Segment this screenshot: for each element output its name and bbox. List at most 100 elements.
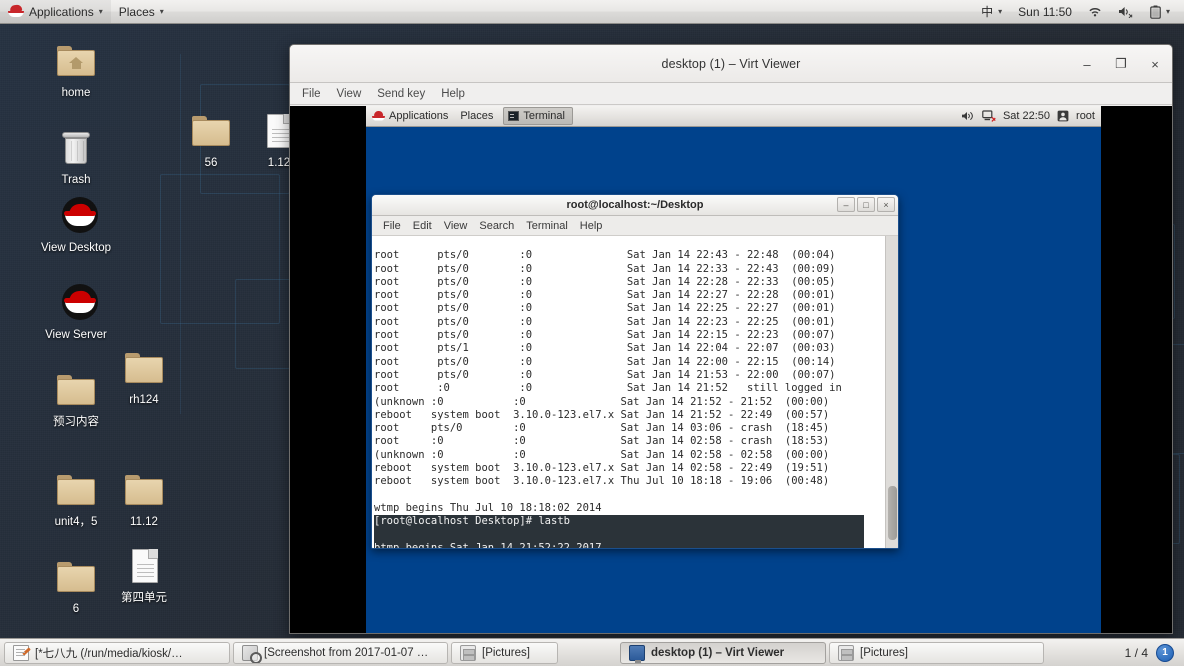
folder-icon	[120, 469, 168, 513]
pictures-icon	[838, 644, 854, 661]
vm-clock[interactable]: Sat 22:50	[1003, 110, 1050, 122]
virt-viewer-titlebar[interactable]: desktop (1) – Virt Viewer – ❐ ×	[290, 45, 1172, 83]
desktop-icon-label: 6	[72, 603, 80, 615]
virt-viewer-guest-display[interactable]: Applications Places Terminal Sat 22:50 r…	[290, 106, 1172, 633]
desktop-icon-view-server[interactable]: View Server	[33, 282, 119, 342]
volume-icon	[961, 112, 973, 120]
desktop-icon-view-desktop[interactable]: View Desktop	[33, 195, 119, 255]
desktop-icon-label: unit4，5	[54, 516, 98, 528]
desktop-icon-label: 第四单元	[121, 592, 167, 604]
terminal-output-last: root pts/0 :0 Sat Jan 14 22:43 - 22:48 (…	[374, 249, 842, 514]
vm-places-menu[interactable]: Places	[454, 106, 499, 126]
screenshot-icon	[242, 644, 262, 663]
terminal-menu-file[interactable]: File	[377, 218, 407, 234]
close-button[interactable]: ×	[1146, 57, 1164, 72]
desktop-icon-label: home	[61, 87, 91, 99]
minimize-button[interactable]: –	[1078, 57, 1096, 72]
terminal-menu-terminal[interactable]: Terminal	[520, 218, 574, 234]
desktop-icon-label: 11.12	[130, 516, 158, 528]
taskbar-item-pictures-1[interactable]: [Pictures]	[451, 641, 558, 664]
places-menu[interactable]: Places ▾	[111, 0, 172, 23]
vm-top-panel: Applications Places Terminal Sat 22:50 r…	[366, 106, 1101, 127]
terminal-command-line: [root@localhost Desktop]# lastb	[374, 515, 864, 529]
terminal-body[interactable]: root pts/0 :0 Sat Jan 14 22:43 - 22:48 (…	[372, 236, 898, 548]
taskbar-item-label: desktop (1) – Virt Viewer	[651, 646, 785, 659]
taskbar-item-label: [Pictures]	[482, 646, 530, 659]
chevron-down-icon: ▾	[98, 7, 103, 16]
folder-icon	[52, 369, 100, 413]
terminal-btmp-line: btmp begins Sat Jan 14 21:52:22 2017	[374, 541, 864, 548]
virt-viewer-menubar: File View Send key Help	[290, 83, 1172, 105]
desktop-icon-trash[interactable]: Trash	[33, 127, 119, 187]
desktop-icon-label: 56	[204, 157, 218, 169]
desktop-icon-home[interactable]: home	[33, 40, 119, 100]
battery-indicator[interactable]: ▾	[1142, 0, 1178, 23]
battery-icon	[1150, 5, 1161, 19]
terminal-menu-view[interactable]: View	[438, 218, 474, 234]
terminal-scrollbar-thumb[interactable]	[888, 486, 897, 540]
pictures-icon	[460, 644, 476, 661]
applications-menu[interactable]: Applications ▾	[0, 0, 111, 23]
desktop-icon-label: View Server	[45, 329, 107, 341]
terminal-scrollbar[interactable]	[885, 236, 898, 548]
terminal-menubar: File Edit View Search Terminal Help	[372, 216, 898, 236]
terminal-titlebar[interactable]: root@localhost:~/Desktop – □ ×	[372, 195, 898, 216]
virt-viewer-title: desktop (1) – Virt Viewer	[661, 56, 801, 71]
taskbar-item-notes[interactable]: [*七八九 (/run/media/kiosk/…	[4, 641, 230, 664]
input-method-indicator[interactable]: 中 ▾	[973, 0, 1010, 23]
wifi-icon	[1089, 7, 1101, 16]
menu-help[interactable]: Help	[434, 86, 472, 102]
terminal-window[interactable]: root@localhost:~/Desktop – □ × File Edit…	[371, 194, 899, 549]
vm-user-label[interactable]: root	[1076, 110, 1095, 122]
host-top-panel: Applications ▾ Places ▾ 中 ▾ Sun 11:50 ▾	[0, 0, 1184, 24]
vm-screen[interactable]: Applications Places Terminal Sat 22:50 r…	[366, 106, 1101, 633]
wifi-indicator[interactable]	[1080, 0, 1110, 23]
folder-icon	[120, 347, 168, 391]
folder-icon	[52, 556, 100, 600]
desktop-icon-label: Trash	[61, 174, 91, 186]
terminal-close-button[interactable]: ×	[877, 197, 895, 212]
clock[interactable]: Sun 11:50	[1010, 0, 1080, 23]
vm-places-label: Places	[460, 110, 494, 122]
network-disconnected-icon	[982, 110, 996, 122]
terminal-window-controls: – □ ×	[837, 197, 895, 212]
taskbar-item-screenshot[interactable]: [Screenshot from 2017-01-07 …	[233, 641, 448, 664]
terminal-menu-help[interactable]: Help	[574, 218, 609, 234]
desktop-icon-rh124[interactable]: rh124	[101, 347, 187, 407]
applications-menu-label: Applications	[29, 4, 94, 19]
vm-applications-menu[interactable]: Applications	[366, 106, 454, 126]
vm-window-button-label: Terminal	[523, 110, 565, 122]
terminal-icon	[508, 111, 520, 121]
input-method-label: 中	[981, 5, 994, 19]
workspace-label: 1 / 4	[1124, 645, 1148, 660]
menu-file[interactable]: File	[295, 86, 328, 102]
maximize-button[interactable]: ❐	[1112, 56, 1130, 72]
volume-indicator[interactable]	[1110, 0, 1142, 23]
places-menu-label: Places	[118, 4, 155, 19]
chevron-down-icon: ▾	[159, 7, 164, 16]
desktop-icon-disi-danyuan[interactable]: 第四单元	[101, 545, 187, 605]
redhat-logo-icon	[8, 4, 24, 18]
workspace-indicator[interactable]: 1 / 4 1	[1124, 643, 1180, 662]
menu-send-key[interactable]: Send key	[370, 86, 432, 102]
terminal-blank-line	[374, 528, 864, 542]
folder-icon	[52, 469, 100, 513]
terminal-menu-edit[interactable]: Edit	[407, 218, 438, 234]
terminal-maximize-button[interactable]: □	[857, 197, 875, 212]
vm-window-button-terminal[interactable]: Terminal	[503, 107, 573, 125]
desktop-icon-11-12[interactable]: 11.12	[101, 469, 187, 529]
taskbar-item-label: [Pictures]	[860, 646, 908, 659]
terminal-minimize-button[interactable]: –	[837, 197, 855, 212]
terminal-menu-search[interactable]: Search	[473, 218, 520, 234]
taskbar-item-pictures-2[interactable]: [Pictures]	[829, 641, 1044, 664]
workspace-number-badge[interactable]: 1	[1156, 643, 1174, 662]
trash-icon	[52, 127, 100, 171]
redhat-icon	[52, 195, 100, 239]
menu-view[interactable]: View	[330, 86, 369, 102]
home-folder-icon	[52, 40, 100, 84]
taskbar-item-label: [Screenshot from 2017-01-07 …	[264, 646, 429, 659]
volume-muted-icon	[1118, 7, 1133, 18]
virt-viewer-window[interactable]: desktop (1) – Virt Viewer – ❐ × File Vie…	[289, 44, 1173, 634]
taskbar-item-label: [*七八九 (/run/media/kiosk/…	[35, 647, 183, 660]
taskbar-item-virt-viewer[interactable]: desktop (1) – Virt Viewer	[620, 641, 826, 664]
